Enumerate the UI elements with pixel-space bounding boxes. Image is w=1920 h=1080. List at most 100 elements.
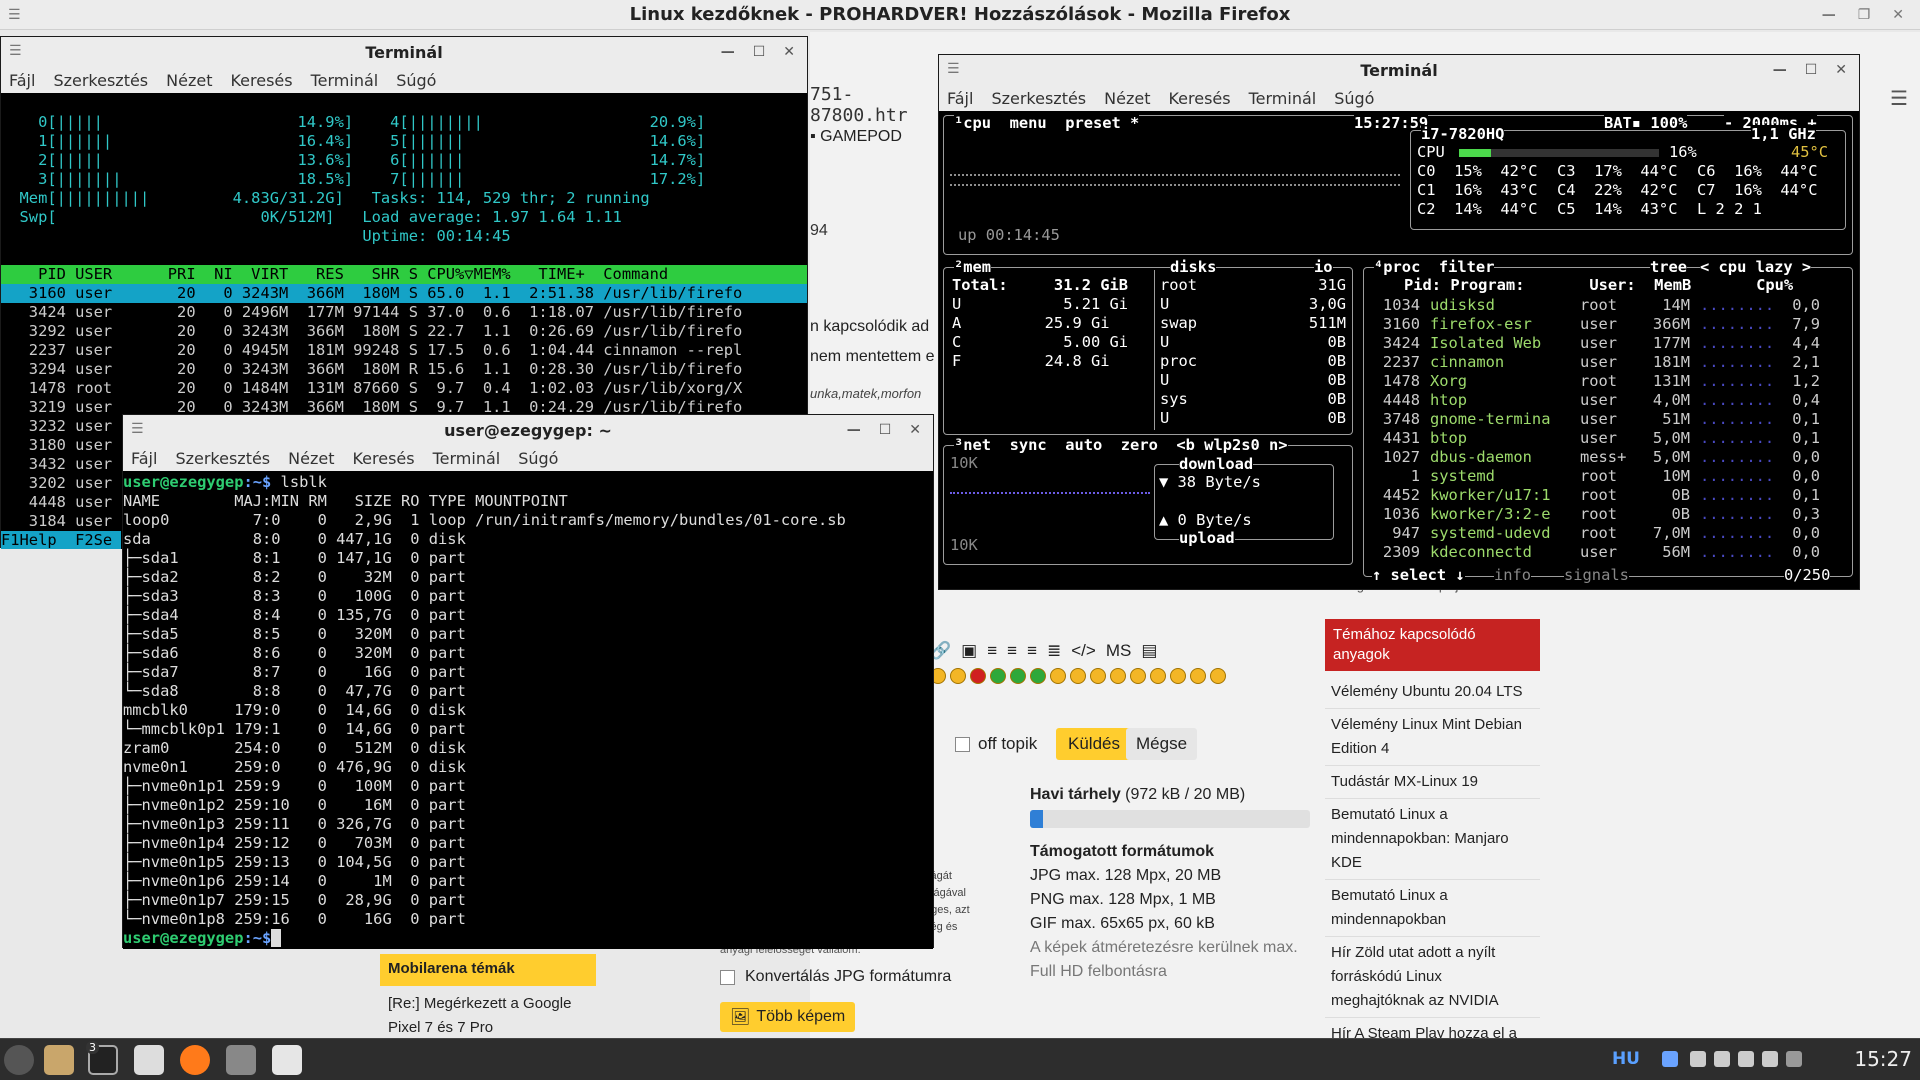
files-icon[interactable] — [44, 1045, 74, 1075]
battery-icon[interactable] — [1762, 1051, 1778, 1067]
minimize-icon[interactable]: — — [1773, 62, 1787, 78]
related-item[interactable]: Bemutató Linux a mindennapokban — [1325, 880, 1540, 937]
menu-edit[interactable]: Szerkesztés — [175, 449, 270, 468]
smiley-icon[interactable] — [1150, 668, 1166, 684]
close-icon[interactable]: ✕ — [783, 44, 795, 60]
convert-jpg-checkbox[interactable]: Konvertálás JPG formátumra — [720, 968, 951, 986]
related-item[interactable]: Tudástár MX-Linux 19 — [1325, 766, 1540, 799]
menu-edit[interactable]: Szerkesztés — [53, 71, 148, 90]
smiley-icon[interactable] — [1130, 668, 1146, 684]
window-menu-icon[interactable]: ☰ — [947, 61, 960, 77]
btop-proc-row[interactable]: 3748 gnome-termina user 51M........ 0,1 — [1370, 410, 1840, 429]
minimize-icon[interactable]: — — [847, 422, 861, 438]
more-images-button[interactable]: 🖼 Több képem — [720, 1002, 856, 1032]
smiley-icon[interactable] — [1090, 668, 1106, 684]
btop-proc-row[interactable]: 2237 cinnamon user 181M........ 2,1 — [1370, 353, 1840, 372]
btop-proc-row[interactable]: 1027 dbus-daemon mess+ 5,0M........ 0,0 — [1370, 448, 1840, 467]
wifi-icon[interactable] — [1714, 1051, 1730, 1067]
btop-disks-header[interactable]: disks — [1170, 258, 1217, 277]
smiley-icon[interactable] — [1070, 668, 1086, 684]
smiley-angry-icon[interactable] — [970, 668, 986, 684]
offtopic-checkbox[interactable]: off topik — [955, 734, 1037, 754]
file-icon[interactable]: ▤ — [1141, 641, 1157, 661]
btop-net-header[interactable]: ³net sync auto zero <b wlp2s0 n> — [954, 436, 1288, 455]
htop-table-header[interactable]: PID USER PRI NI VIRT RES SHR S CPU%▽MEM%… — [1, 265, 807, 284]
htop-function-keys[interactable]: F1Help F2Se — [1, 531, 121, 549]
close-icon[interactable]: ✕ — [909, 422, 921, 438]
btop-proc-row[interactable]: 4452 kworker/u17:1 root 0B........ 0,1 — [1370, 486, 1840, 505]
menu-help[interactable]: Súgó — [396, 71, 436, 90]
btop-proc-header[interactable]: ⁴proc filter — [1374, 258, 1495, 277]
smiley-icon[interactable] — [1210, 668, 1226, 684]
menu-file[interactable]: Fájl — [9, 71, 35, 90]
minimize-icon[interactable]: — — [1822, 7, 1836, 23]
menu-icon[interactable] — [4, 1045, 34, 1075]
btop-proc-row[interactable]: 1036 kworker/3:2-e root 0B........ 0,3 — [1370, 505, 1840, 524]
btop-select[interactable]: ↑ select ↓ — [1372, 566, 1465, 585]
btop-sort-mode[interactable]: < cpu lazy > — [1700, 258, 1812, 277]
menu-search[interactable]: Keresés — [1168, 89, 1230, 108]
btop-io-toggle[interactable]: io — [1314, 258, 1333, 277]
hamburger-menu-icon[interactable]: ☰ — [1890, 86, 1908, 110]
mobilarena-item[interactable]: [Re:] Megérkezett a Google Pixel 7 és 7 … — [380, 992, 596, 1040]
menu-view[interactable]: Nézet — [288, 449, 334, 468]
printer-icon[interactable] — [1690, 1051, 1706, 1067]
menu-edit[interactable]: Szerkesztés — [991, 89, 1086, 108]
menu-file[interactable]: Fájl — [947, 89, 973, 108]
menu-search[interactable]: Keresés — [352, 449, 414, 468]
smiley-icon[interactable] — [1170, 668, 1186, 684]
text-editor-icon[interactable] — [134, 1045, 164, 1075]
btop-signals[interactable]: signals — [1564, 566, 1629, 585]
calculator-icon[interactable] — [272, 1045, 302, 1075]
window-menu-icon[interactable]: ☰ — [8, 7, 21, 23]
btop-proc-row[interactable]: 4431 btop user 5,0M........ 0,1 — [1370, 429, 1840, 448]
btop-proc-row[interactable]: 2309 kdeconnectd user 56M........ 0,0 — [1370, 543, 1840, 562]
cancel-button[interactable]: Mégse — [1126, 728, 1198, 760]
align-left-icon[interactable]: ≡ — [987, 641, 997, 661]
htop-row[interactable]: 2237 user 20 0 4945M 181M 99248 S 17.5 0… — [1, 341, 807, 360]
minimize-icon[interactable]: — — [721, 44, 735, 60]
menu-help[interactable]: Súgó — [518, 449, 558, 468]
align-center-icon[interactable]: ≡ — [1007, 641, 1017, 661]
htop-row-selected[interactable]: 3160 user 20 0 3243M 366M 180M S 65.0 1.… — [1, 284, 807, 303]
btop-proc-row[interactable]: 3424 Isolated Web user 177M........ 4,4 — [1370, 334, 1840, 353]
menu-view[interactable]: Nézet — [166, 71, 212, 90]
volume-icon[interactable] — [1738, 1051, 1754, 1067]
prompt-line[interactable]: user@ezegygep:~$ — [123, 929, 933, 948]
related-item[interactable]: Hír Zöld utat adott a nyílt forráskódú L… — [1325, 937, 1540, 1018]
related-item[interactable]: Bemutató Linux a mindennapokban: Manjaro… — [1325, 799, 1540, 880]
maximize-icon[interactable]: ☐ — [1805, 62, 1818, 78]
btop-output[interactable]: ¹cpu menu preset * 15:27:59 BAT▪ 100% - … — [939, 111, 1859, 589]
window-menu-icon[interactable]: ☰ — [131, 421, 144, 437]
align-right-icon[interactable]: ≡ — [1027, 641, 1037, 661]
smiley-green-icon[interactable] — [990, 668, 1006, 684]
btop-mem-header[interactable]: ²mem — [954, 258, 992, 277]
htop-row[interactable]: 3292 user 20 0 3243M 366M 180M S 22.7 1.… — [1, 322, 807, 341]
firefox-icon[interactable] — [180, 1045, 210, 1075]
htop-row[interactable]: 1478 root 20 0 1484M 131M 87660 S 9.7 0.… — [1, 379, 807, 398]
menu-file[interactable]: Fájl — [131, 449, 157, 468]
smiley-icon[interactable] — [1190, 668, 1206, 684]
smiley-icon[interactable] — [1110, 668, 1126, 684]
related-item[interactable]: Vélemény Ubuntu 20.04 LTS — [1325, 676, 1540, 709]
justify-icon[interactable]: ≣ — [1047, 641, 1061, 661]
menu-terminal[interactable]: Terminál — [433, 449, 501, 468]
btop-tree-toggle[interactable]: tree — [1650, 258, 1688, 277]
menu-view[interactable]: Nézet — [1104, 89, 1150, 108]
url-bar[interactable]: 751-87800.htr — [810, 84, 930, 126]
smiley-green-icon[interactable] — [1010, 668, 1026, 684]
smiley-icon[interactable] — [1050, 668, 1066, 684]
maximize-icon[interactable]: ☐ — [879, 422, 892, 438]
drive-icon[interactable] — [226, 1045, 256, 1075]
btop-proc-row[interactable]: 4448 htop user 4,0M........ 0,4 — [1370, 391, 1840, 410]
btop-proc-row[interactable]: 947 systemd-udevd root 7,0M........ 0,0 — [1370, 524, 1840, 543]
maximize-icon[interactable]: ❐ — [1858, 7, 1871, 23]
checkbox-box[interactable] — [720, 969, 735, 985]
close-icon[interactable]: ✕ — [1835, 62, 1847, 78]
network-icon[interactable] — [1786, 1051, 1802, 1067]
checkbox-box[interactable] — [955, 736, 970, 752]
menu-help[interactable]: Súgó — [1334, 89, 1374, 108]
htop-row[interactable]: 3294 user 20 0 3243M 366M 180M R 15.6 1.… — [1, 360, 807, 379]
btop-cpu-header[interactable]: ¹cpu menu preset * — [954, 114, 1140, 133]
btop-proc-row[interactable]: 1478 Xorg root 131M........ 1,2 — [1370, 372, 1840, 391]
